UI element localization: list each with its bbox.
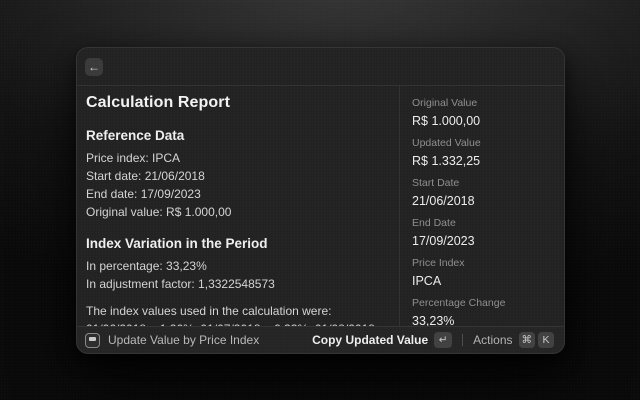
metadata-item-end-date: End Date 17/09/2023 xyxy=(412,217,552,249)
price-index-line: Price index: IPCA xyxy=(86,149,389,167)
k-key-icon: K xyxy=(538,332,554,348)
metadata-value: 33,23% xyxy=(412,313,552,326)
index-values-paragraph: The index values used in the calculation… xyxy=(86,302,389,326)
adjustment-factor-line: In adjustment factor: 1,3322548573 xyxy=(86,275,389,293)
page-title: Calculation Report xyxy=(86,93,389,113)
metadata-value: R$ 1.000,00 xyxy=(412,113,552,129)
metadata-sidebar: Original Value R$ 1.000,00 Updated Value… xyxy=(400,86,564,326)
back-button[interactable]: ← xyxy=(85,58,103,76)
reference-data-heading: Reference Data xyxy=(86,127,389,144)
actions-shortcut: ⌘ K xyxy=(519,332,555,348)
primary-action-label: Copy Updated Value xyxy=(312,333,428,347)
back-arrow-icon: ← xyxy=(88,61,100,73)
extension-name: Update Value by Price Index xyxy=(108,333,259,347)
action-bar-separator xyxy=(462,334,463,346)
extension-chip: Update Value by Price Index xyxy=(85,333,259,348)
metadata-item-start-date: Start Date 21/06/2018 xyxy=(412,177,552,209)
metadata-value: IPCA xyxy=(412,273,552,289)
window-header: ← xyxy=(77,48,564,86)
metadata-value: R$ 1.332,25 xyxy=(412,153,552,169)
metadata-item-price-index: Price Index IPCA xyxy=(412,257,552,289)
start-date-line: Start date: 21/06/2018 xyxy=(86,167,389,185)
percentage-line: In percentage: 33,23% xyxy=(86,257,389,275)
metadata-item-original-value: Original Value R$ 1.000,00 xyxy=(412,97,552,129)
end-date-line: End date: 17/09/2023 xyxy=(86,185,389,203)
command-key-icon: ⌘ xyxy=(519,332,536,348)
metadata-item-updated-value: Updated Value R$ 1.332,25 xyxy=(412,137,552,169)
calculator-extension-icon xyxy=(85,333,100,348)
raycast-window: ← Calculation Report Reference Data Pric… xyxy=(76,47,565,354)
metadata-label: Price Index xyxy=(412,257,552,270)
index-variation-heading: Index Variation in the Period xyxy=(86,235,389,252)
actions-menu-button[interactable]: Actions ⌘ K xyxy=(471,330,556,350)
metadata-label: Percentage Change xyxy=(412,297,552,310)
report-detail[interactable]: Calculation Report Reference Data Price … xyxy=(77,86,399,326)
metadata-label: End Date xyxy=(412,217,552,230)
enter-key-icon: ↵ xyxy=(434,332,452,348)
metadata-value: 21/06/2018 xyxy=(412,193,552,209)
metadata-label: Start Date xyxy=(412,177,552,190)
metadata-item-percentage-change: Percentage Change 33,23% xyxy=(412,297,552,326)
content-area: Calculation Report Reference Data Price … xyxy=(77,86,564,326)
metadata-label: Original Value xyxy=(412,97,552,110)
metadata-label: Updated Value xyxy=(412,137,552,150)
action-bar: Update Value by Price Index Copy Updated… xyxy=(77,326,564,353)
copy-updated-value-button[interactable]: Copy Updated Value ↵ xyxy=(310,330,454,350)
original-value-line: Original value: R$ 1.000,00 xyxy=(86,203,389,221)
metadata-value: 17/09/2023 xyxy=(412,233,552,249)
actions-menu-label: Actions xyxy=(473,333,512,347)
